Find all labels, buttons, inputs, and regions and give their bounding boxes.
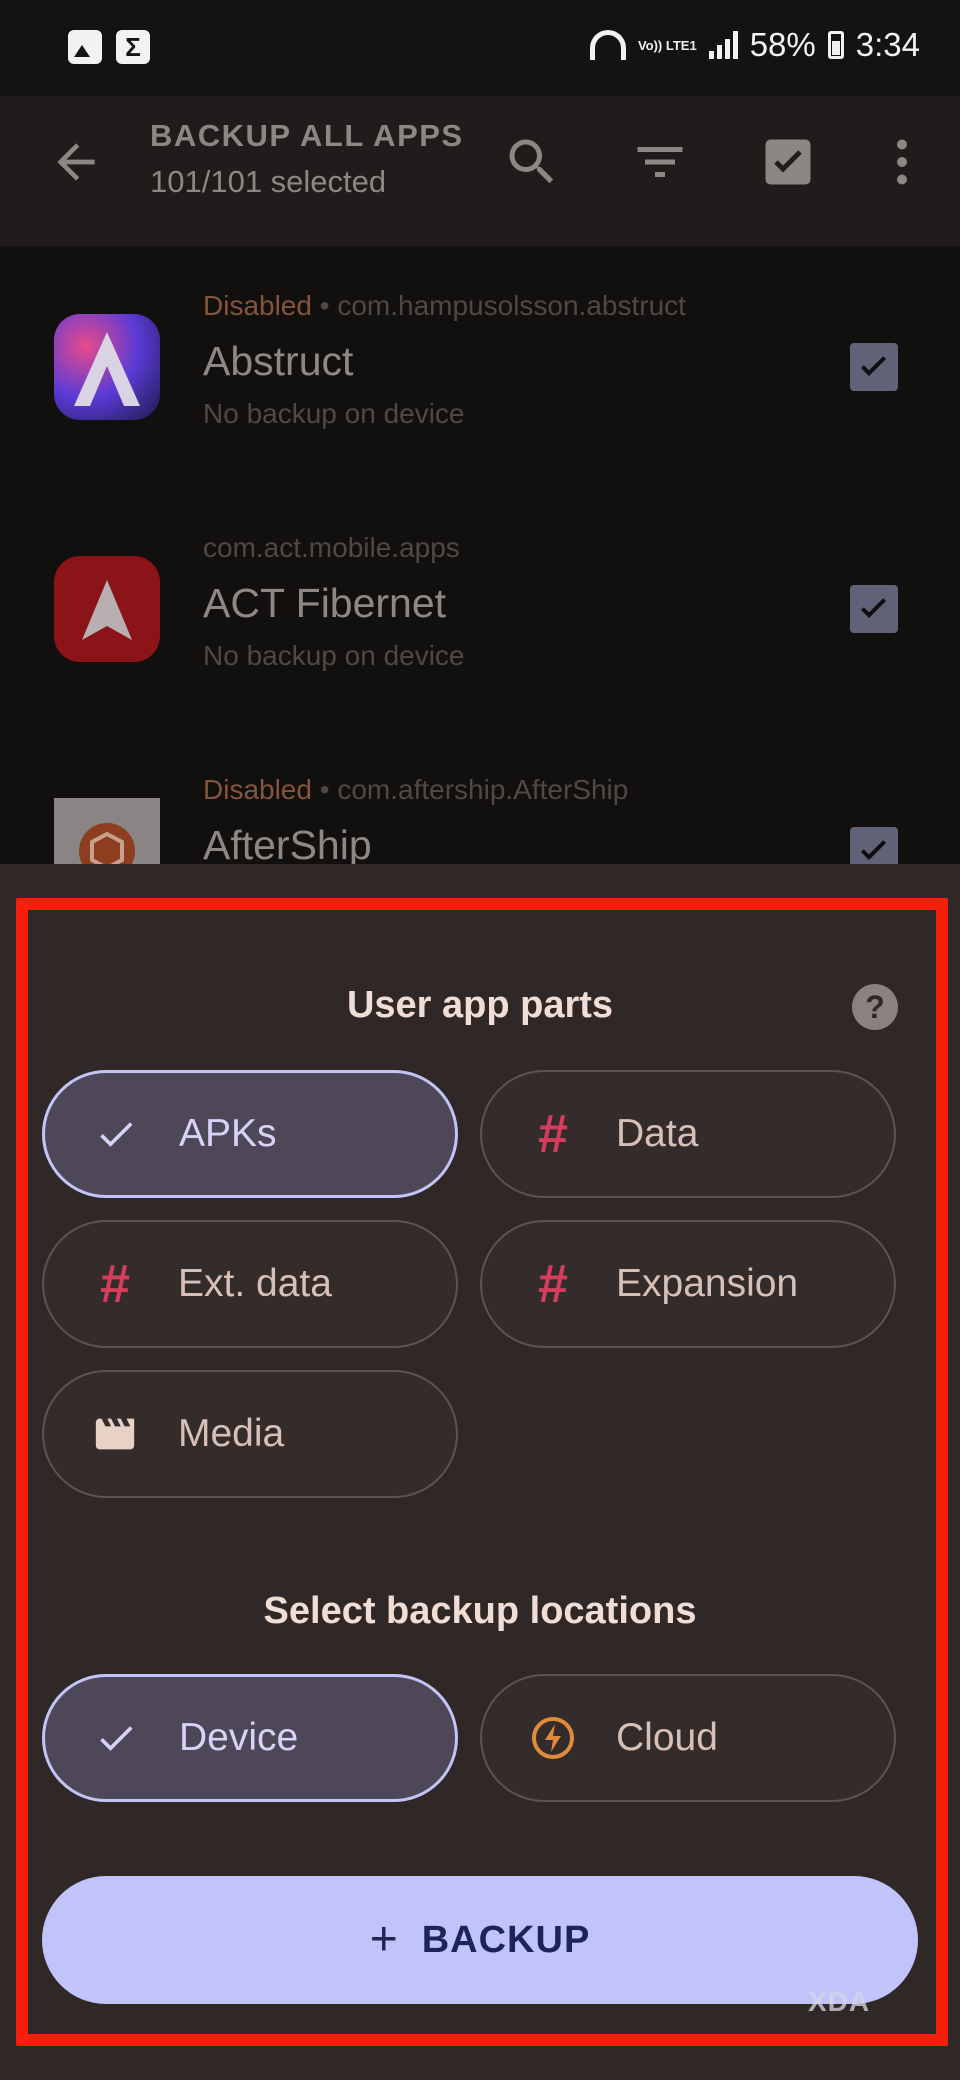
- title-block: BACKUP ALL APPS 101/101 selected: [150, 118, 464, 200]
- screen: Σ Vo)) LTE1 58% 3:34 BACKUP ALL APPS 101…: [0, 0, 960, 2080]
- app-name: Abstruct: [203, 338, 354, 384]
- notification-icons: Σ: [68, 30, 150, 64]
- app-name: AfterShip: [203, 822, 372, 866]
- select-all-icon[interactable]: [758, 132, 818, 192]
- app-bar: BACKUP ALL APPS 101/101 selected: [0, 96, 960, 246]
- app-meta: Disabled • com.aftership.AfterShip: [203, 774, 629, 805]
- volte-indicator: Vo)) LTE1: [637, 37, 697, 53]
- aftership-app-icon: [54, 798, 160, 866]
- system-icons: Vo)) LTE1 58% 3:34: [589, 26, 920, 64]
- sigma-icon: Σ: [116, 30, 150, 64]
- checkbox-checked-icon[interactable]: [850, 827, 898, 866]
- highlight-frame: [16, 898, 948, 2046]
- battery-percent: 58%: [749, 26, 816, 63]
- search-icon[interactable]: [502, 132, 562, 192]
- app-meta: com.act.mobile.apps: [203, 532, 460, 563]
- filter-icon[interactable]: [630, 132, 690, 192]
- app-meta: Disabled • com.hampusolsson.abstruct: [203, 290, 686, 321]
- status-bar: Σ Vo)) LTE1 58% 3:34: [0, 0, 960, 96]
- abstruct-app-icon: [54, 314, 160, 420]
- battery-icon: [827, 31, 844, 59]
- signal-icon: [708, 31, 738, 59]
- clock: 3:34: [855, 26, 920, 63]
- selection-count: 101/101 selected: [150, 164, 387, 199]
- wifi-icon: [589, 30, 626, 60]
- backup-status: No backup on device: [203, 640, 465, 671]
- list-item[interactable]: Disabled • com.hampusolsson.abstruct Abs…: [0, 246, 960, 486]
- back-arrow-icon[interactable]: [48, 134, 104, 190]
- gallery-icon: [68, 30, 102, 64]
- app-list: Disabled • com.hampusolsson.abstruct Abs…: [0, 246, 960, 866]
- checkbox-checked-icon[interactable]: [850, 585, 898, 633]
- page-title: BACKUP ALL APPS: [150, 118, 464, 153]
- more-vert-icon[interactable]: [872, 132, 932, 192]
- list-item[interactable]: Disabled • com.aftership.AfterShip After…: [0, 730, 960, 866]
- backup-status: No backup on device: [203, 398, 465, 429]
- list-item[interactable]: com.act.mobile.apps ACT Fibernet No back…: [0, 488, 960, 728]
- app-name: ACT Fibernet: [203, 580, 447, 626]
- act-fibernet-app-icon: [54, 556, 160, 662]
- checkbox-checked-icon[interactable]: [850, 343, 898, 391]
